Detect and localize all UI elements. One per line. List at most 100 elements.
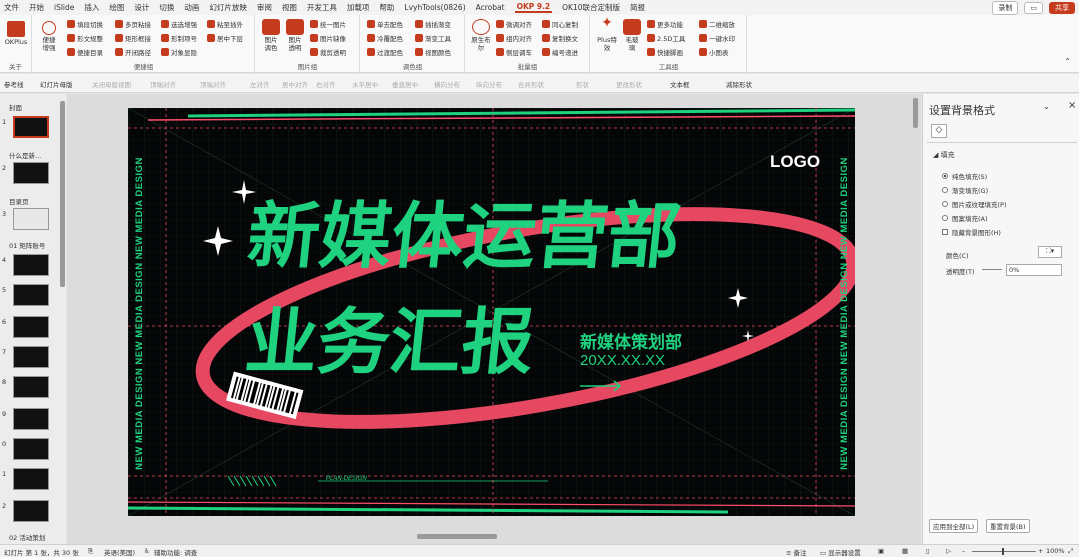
fill-tab-icon[interactable]: ◇ [931,124,947,138]
ribbon-item-3[interactable]: 便捷目录 [67,47,103,57]
radio-pattern-fill[interactable]: 图案填充(A) [942,213,988,223]
ribbon-item-watermark[interactable]: 一键水印 [699,33,735,43]
menu-tab-12[interactable]: 加载项 [347,2,370,13]
quickbar-item-6[interactable]: 居中对齐 [282,79,308,89]
slide-thumbnail[interactable] [13,254,49,276]
display-settings-button[interactable]: ▭ 显示器设置 [820,547,861,557]
quickbar-item-15[interactable]: 文本框 [670,79,690,89]
menu-tab-11[interactable]: 开发工具 [307,2,337,13]
hide-background-checkbox[interactable]: 隐藏背景图形(H) [942,227,1001,237]
zoom-level[interactable]: 100% [1046,547,1065,555]
slide-thumbnail[interactable] [13,438,49,460]
ribbon-item-8[interactable]: 形制项号 [161,33,197,43]
section-header-4[interactable]: 02 活动策划 [9,532,45,542]
current-slide[interactable]: NEW MEDIA DESIGN NEW MEDIA DESIGN NEW ME… [128,108,855,516]
normal-view-icon[interactable]: ▣ [878,547,884,555]
slide-thumbnail[interactable] [13,408,49,430]
slide-thumbnail[interactable] [13,346,49,368]
ribbon-item-copy-text[interactable]: 复制换文 [542,33,578,43]
slide-thumbnail[interactable] [13,284,49,306]
menu-tab-5[interactable]: 设计 [134,2,149,13]
menu-tab-6[interactable]: 切换 [159,2,174,13]
quickbar-item-0[interactable]: 参考线 [4,79,24,89]
menu-tab-7[interactable]: 动画 [184,2,199,13]
menu-tab-9[interactable]: 审阅 [257,2,272,13]
accessibility-icon[interactable]: ♿ [144,547,150,555]
ribbon-item-small-chart[interactable]: 小图表 [699,47,729,57]
ribbon-item-transition-color[interactable]: 过渡配色 [367,47,403,57]
sorter-view-icon[interactable]: ▦ [902,547,908,555]
ribbon-item-concentric-copy[interactable]: 同心复制 [542,19,578,29]
ribbon-item-6[interactable]: 开闭路径 [115,47,151,57]
quickbar-item-7[interactable]: 右对齐 [316,79,336,89]
canvas-hscrollbar[interactable] [417,534,497,539]
ribbon-item-layer-adjust[interactable]: 侧层调车 [496,47,532,57]
transparency-input[interactable]: 0% [1006,264,1062,276]
ribbon-item-more-functions[interactable]: 更多功能 [647,19,683,29]
apply-to-all-button[interactable]: 应用到全部(L) [929,519,979,533]
menu-tab-13[interactable]: 帮助 [379,2,394,13]
ribbon-item-fine-align[interactable]: 微调对齐 [496,19,532,29]
menu-tab-8[interactable]: 幻灯片放映 [209,2,247,13]
record-button[interactable]: 录制 [992,1,1019,15]
slide-thumbnail[interactable] [13,116,49,138]
notes-button[interactable]: ≡ 备注 [786,547,807,557]
ribbon-item-picture-defect[interactable]: 图片缺像 [310,33,346,43]
okplus-button[interactable]: OKPlus [3,21,29,46]
fit-to-window-icon[interactable]: ⤢ [1068,547,1073,556]
ribbon-item-quick-script[interactable]: 快捷脚画 [647,47,683,57]
quickbar-item-4[interactable]: 顶端对齐 [200,79,226,89]
quickbar-item-1[interactable]: 幻灯片母版 [40,79,73,89]
menu-tab-17[interactable]: OK10联合定制版 [562,2,620,13]
slide-thumbnail[interactable] [13,468,49,490]
picture-tone-button[interactable]: 图片 调色 [260,19,282,52]
share-button[interactable]: 共享 [1049,2,1075,14]
ribbon-item-group-align[interactable]: 组内对齐 [496,33,532,43]
language-indicator[interactable]: 英语(美国) [104,547,135,557]
ribbon-item-9[interactable]: 对象显隐 [161,47,197,57]
boolean-button[interactable]: 原生布 尔 [468,19,494,52]
quickbar-item-12[interactable]: 合并形状 [518,79,544,89]
menu-tab-3[interactable]: 插入 [84,2,99,13]
quickbar-item-8[interactable]: 水平居中 [352,79,378,89]
ribbon-item-cold-color[interactable]: 冷覆配色 [367,33,403,43]
menu-tab-10[interactable]: 视图 [282,2,297,13]
frosted-glass-button[interactable]: 毛玻 璃 [621,19,643,52]
zoom-out-icon[interactable]: – [962,547,965,555]
ribbon-item-single-color[interactable]: 单去配色 [367,19,403,29]
transparency-slider[interactable] [982,269,1002,270]
color-picker-button[interactable]: ⛶▾ [1038,246,1062,258]
section-header-1[interactable]: 什么是新... [9,150,41,160]
thumbnail-scrollbar[interactable] [60,101,65,287]
quickbar-item-5[interactable]: 左对齐 [250,79,270,89]
menu-tab-1[interactable]: 开始 [29,2,44,13]
menu-tab-16[interactable]: OKP 9.2 [514,2,553,13]
ribbon-item-11[interactable]: 居中下层 [207,33,243,43]
convenient-enhance-button[interactable]: 便捷 增强 [37,21,61,52]
zoom-thumb[interactable] [1002,548,1004,555]
quickbar-item-9[interactable]: 垂直居中 [392,79,418,89]
slide-thumbnail[interactable] [13,316,49,338]
menu-tab-0[interactable]: 文件 [4,2,19,13]
menu-tab-15[interactable]: Acrobat [476,3,505,12]
pane-options-icon[interactable]: ⌄ [1043,102,1050,111]
ribbon-item-2d-zoom[interactable]: 二维缩放 [699,19,735,29]
ribbon-item-25d-tool[interactable]: 2.5D工具 [647,33,685,43]
spellcheck-icon[interactable]: ⎘ [88,547,93,556]
zoom-slider[interactable] [972,551,1036,552]
section-header-2[interactable]: 目录页 [9,196,29,206]
ribbon-item-unify-picture[interactable]: 统一图片 [310,19,346,29]
picture-transparent-button[interactable]: 图片 透明 [284,19,306,52]
slide-thumbnail[interactable] [13,162,49,184]
radio-solid-fill[interactable]: 纯色填充(S) [942,171,987,181]
zoom-in-icon[interactable]: + [1038,547,1043,555]
ribbon-item-gradient-tool[interactable]: 渐变工具 [415,33,451,43]
ribbon-item-view-color[interactable]: 视图颜色 [415,47,451,57]
quickbar-item-11[interactable]: 纵向分布 [476,79,502,89]
slide-thumbnail[interactable] [13,376,49,398]
slide-thumbnail[interactable] [13,500,49,522]
menu-tab-14[interactable]: LvyhTools(0826) [404,3,465,12]
slideshow-icon[interactable]: ▷ [946,547,951,555]
ribbon-item-insert-gradient[interactable]: 插插渐变 [415,19,451,29]
quickbar-item-13[interactable]: 形状 [576,79,589,89]
